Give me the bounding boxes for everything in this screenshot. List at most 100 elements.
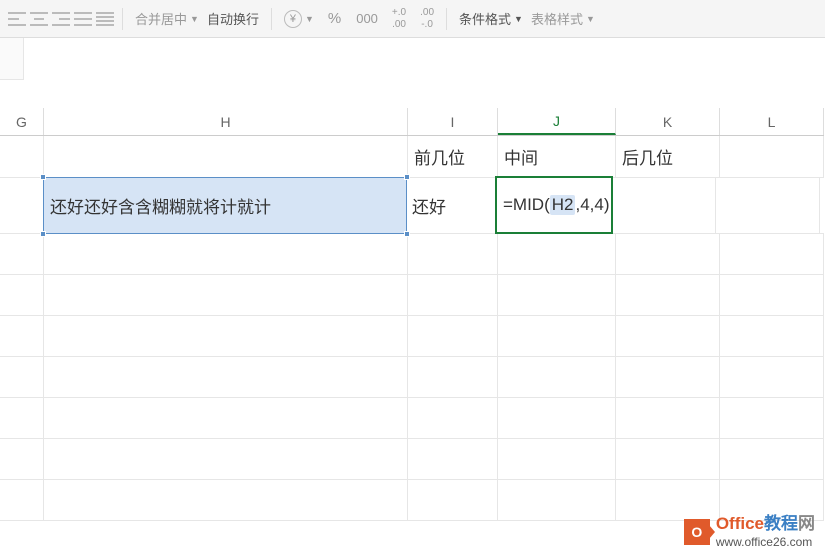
- cell[interactable]: [498, 357, 616, 397]
- cell[interactable]: [616, 316, 720, 356]
- merge-center-button[interactable]: 合并居中 ▼: [131, 7, 203, 30]
- align-center-icon[interactable]: [30, 12, 48, 26]
- alignment-group: [8, 12, 114, 26]
- cell[interactable]: [408, 357, 498, 397]
- cell[interactable]: [408, 480, 498, 520]
- column-header-j[interactable]: J: [498, 108, 616, 135]
- indent-icon[interactable]: [96, 12, 114, 26]
- cell[interactable]: [616, 480, 720, 520]
- align-right-icon[interactable]: [52, 12, 70, 26]
- cell[interactable]: [616, 398, 720, 438]
- cell[interactable]: [498, 275, 616, 315]
- cell[interactable]: [44, 439, 408, 479]
- cell[interactable]: [0, 357, 44, 397]
- table-row: [0, 275, 824, 316]
- cell[interactable]: [720, 357, 824, 397]
- cell[interactable]: [720, 439, 824, 479]
- cell[interactable]: [498, 234, 616, 274]
- wrap-label: 自动换行: [207, 9, 259, 28]
- cell[interactable]: [408, 234, 498, 274]
- cell-h2-selected[interactable]: 还好还好含含糊糊就将计就计: [43, 177, 407, 234]
- selection-handle-icon[interactable]: [404, 174, 410, 180]
- cell[interactable]: [0, 234, 44, 274]
- table-style-button[interactable]: 表格样式 ▼: [527, 7, 599, 30]
- increase-decimal-button[interactable]: +.0 .00: [388, 6, 410, 32]
- column-headers: G H I J K L: [0, 108, 824, 136]
- cell-l2[interactable]: [716, 178, 820, 233]
- column-header-i[interactable]: I: [408, 108, 498, 135]
- cell-j2-editing[interactable]: =MID(H2,4,4): [495, 176, 613, 234]
- cell[interactable]: [616, 439, 720, 479]
- cell-h1[interactable]: [44, 136, 408, 177]
- cell[interactable]: [498, 398, 616, 438]
- cell[interactable]: [44, 357, 408, 397]
- cell[interactable]: [720, 275, 824, 315]
- thousands-icon: 000: [356, 11, 378, 26]
- cell[interactable]: [44, 398, 408, 438]
- percent-icon: %: [328, 10, 342, 27]
- thousands-button[interactable]: 000: [352, 9, 382, 28]
- formula-ref: H2: [550, 195, 576, 215]
- table-row: [0, 357, 824, 398]
- cell[interactable]: [44, 480, 408, 520]
- selection-handle-icon[interactable]: [40, 231, 46, 237]
- cell-k2[interactable]: [612, 178, 716, 233]
- percent-button[interactable]: %: [324, 8, 346, 29]
- cell[interactable]: [498, 439, 616, 479]
- cell[interactable]: [408, 439, 498, 479]
- cell[interactable]: [616, 275, 720, 315]
- toolbar: 合并居中 ▼ 自动换行 ¥ ▼ % 000 +.0 .00 .00 -.0 条件…: [0, 0, 825, 38]
- currency-button[interactable]: ¥ ▼: [280, 8, 318, 30]
- column-header-h[interactable]: H: [44, 108, 408, 135]
- selection-handle-icon[interactable]: [40, 174, 46, 180]
- table-row: [0, 398, 824, 439]
- table-row: [0, 439, 824, 480]
- cell-i2[interactable]: 还好: [406, 178, 496, 233]
- cell[interactable]: [408, 316, 498, 356]
- formula-text: ,4,4): [575, 195, 609, 215]
- cell[interactable]: [498, 316, 616, 356]
- cell[interactable]: [44, 275, 408, 315]
- cell[interactable]: [720, 316, 824, 356]
- column-header-l[interactable]: L: [720, 108, 824, 135]
- cell[interactable]: [44, 234, 408, 274]
- conditional-format-button[interactable]: 条件格式 ▼: [455, 7, 527, 30]
- cell[interactable]: [0, 275, 44, 315]
- column-header-k[interactable]: K: [616, 108, 720, 135]
- row-header-area: [0, 38, 24, 80]
- cell[interactable]: [408, 275, 498, 315]
- chevron-down-icon: ▼: [190, 14, 199, 24]
- decrease-decimal-button[interactable]: .00 -.0: [416, 6, 438, 32]
- cell[interactable]: [720, 234, 824, 274]
- column-header-g[interactable]: G: [0, 108, 44, 135]
- cell-j1[interactable]: 中间: [498, 136, 616, 177]
- selection-handle-icon[interactable]: [404, 231, 410, 237]
- cell[interactable]: [0, 316, 44, 356]
- cell-l1[interactable]: [720, 136, 824, 177]
- cell-g2[interactable]: [0, 178, 44, 233]
- cell-i1[interactable]: 前几位: [408, 136, 498, 177]
- cell[interactable]: [44, 316, 408, 356]
- cell-g1[interactable]: [0, 136, 44, 177]
- cell[interactable]: [720, 398, 824, 438]
- cell[interactable]: [0, 480, 44, 520]
- table-row: [0, 234, 824, 275]
- separator: [122, 8, 123, 30]
- watermark: O Office教程网 www.office26.com: [684, 515, 815, 549]
- cell-value: 还好还好含含糊糊就将计就计: [50, 193, 271, 218]
- wrap-text-button[interactable]: 自动换行: [203, 7, 263, 30]
- cell[interactable]: [616, 357, 720, 397]
- cell[interactable]: [0, 439, 44, 479]
- cell-k1[interactable]: 后几位: [616, 136, 720, 177]
- table-row: [0, 316, 824, 357]
- brand-title: Office教程网: [716, 515, 815, 534]
- cell[interactable]: [498, 480, 616, 520]
- separator: [446, 8, 447, 30]
- cell[interactable]: [408, 398, 498, 438]
- grid-rows: 前几位 中间 后几位 还好还好含含糊糊就将计就计 还好 =MID(H2,4,4): [0, 136, 824, 521]
- separator: [271, 8, 272, 30]
- cell[interactable]: [0, 398, 44, 438]
- cell[interactable]: [616, 234, 720, 274]
- align-left-icon[interactable]: [8, 12, 26, 26]
- align-justify-icon[interactable]: [74, 12, 92, 26]
